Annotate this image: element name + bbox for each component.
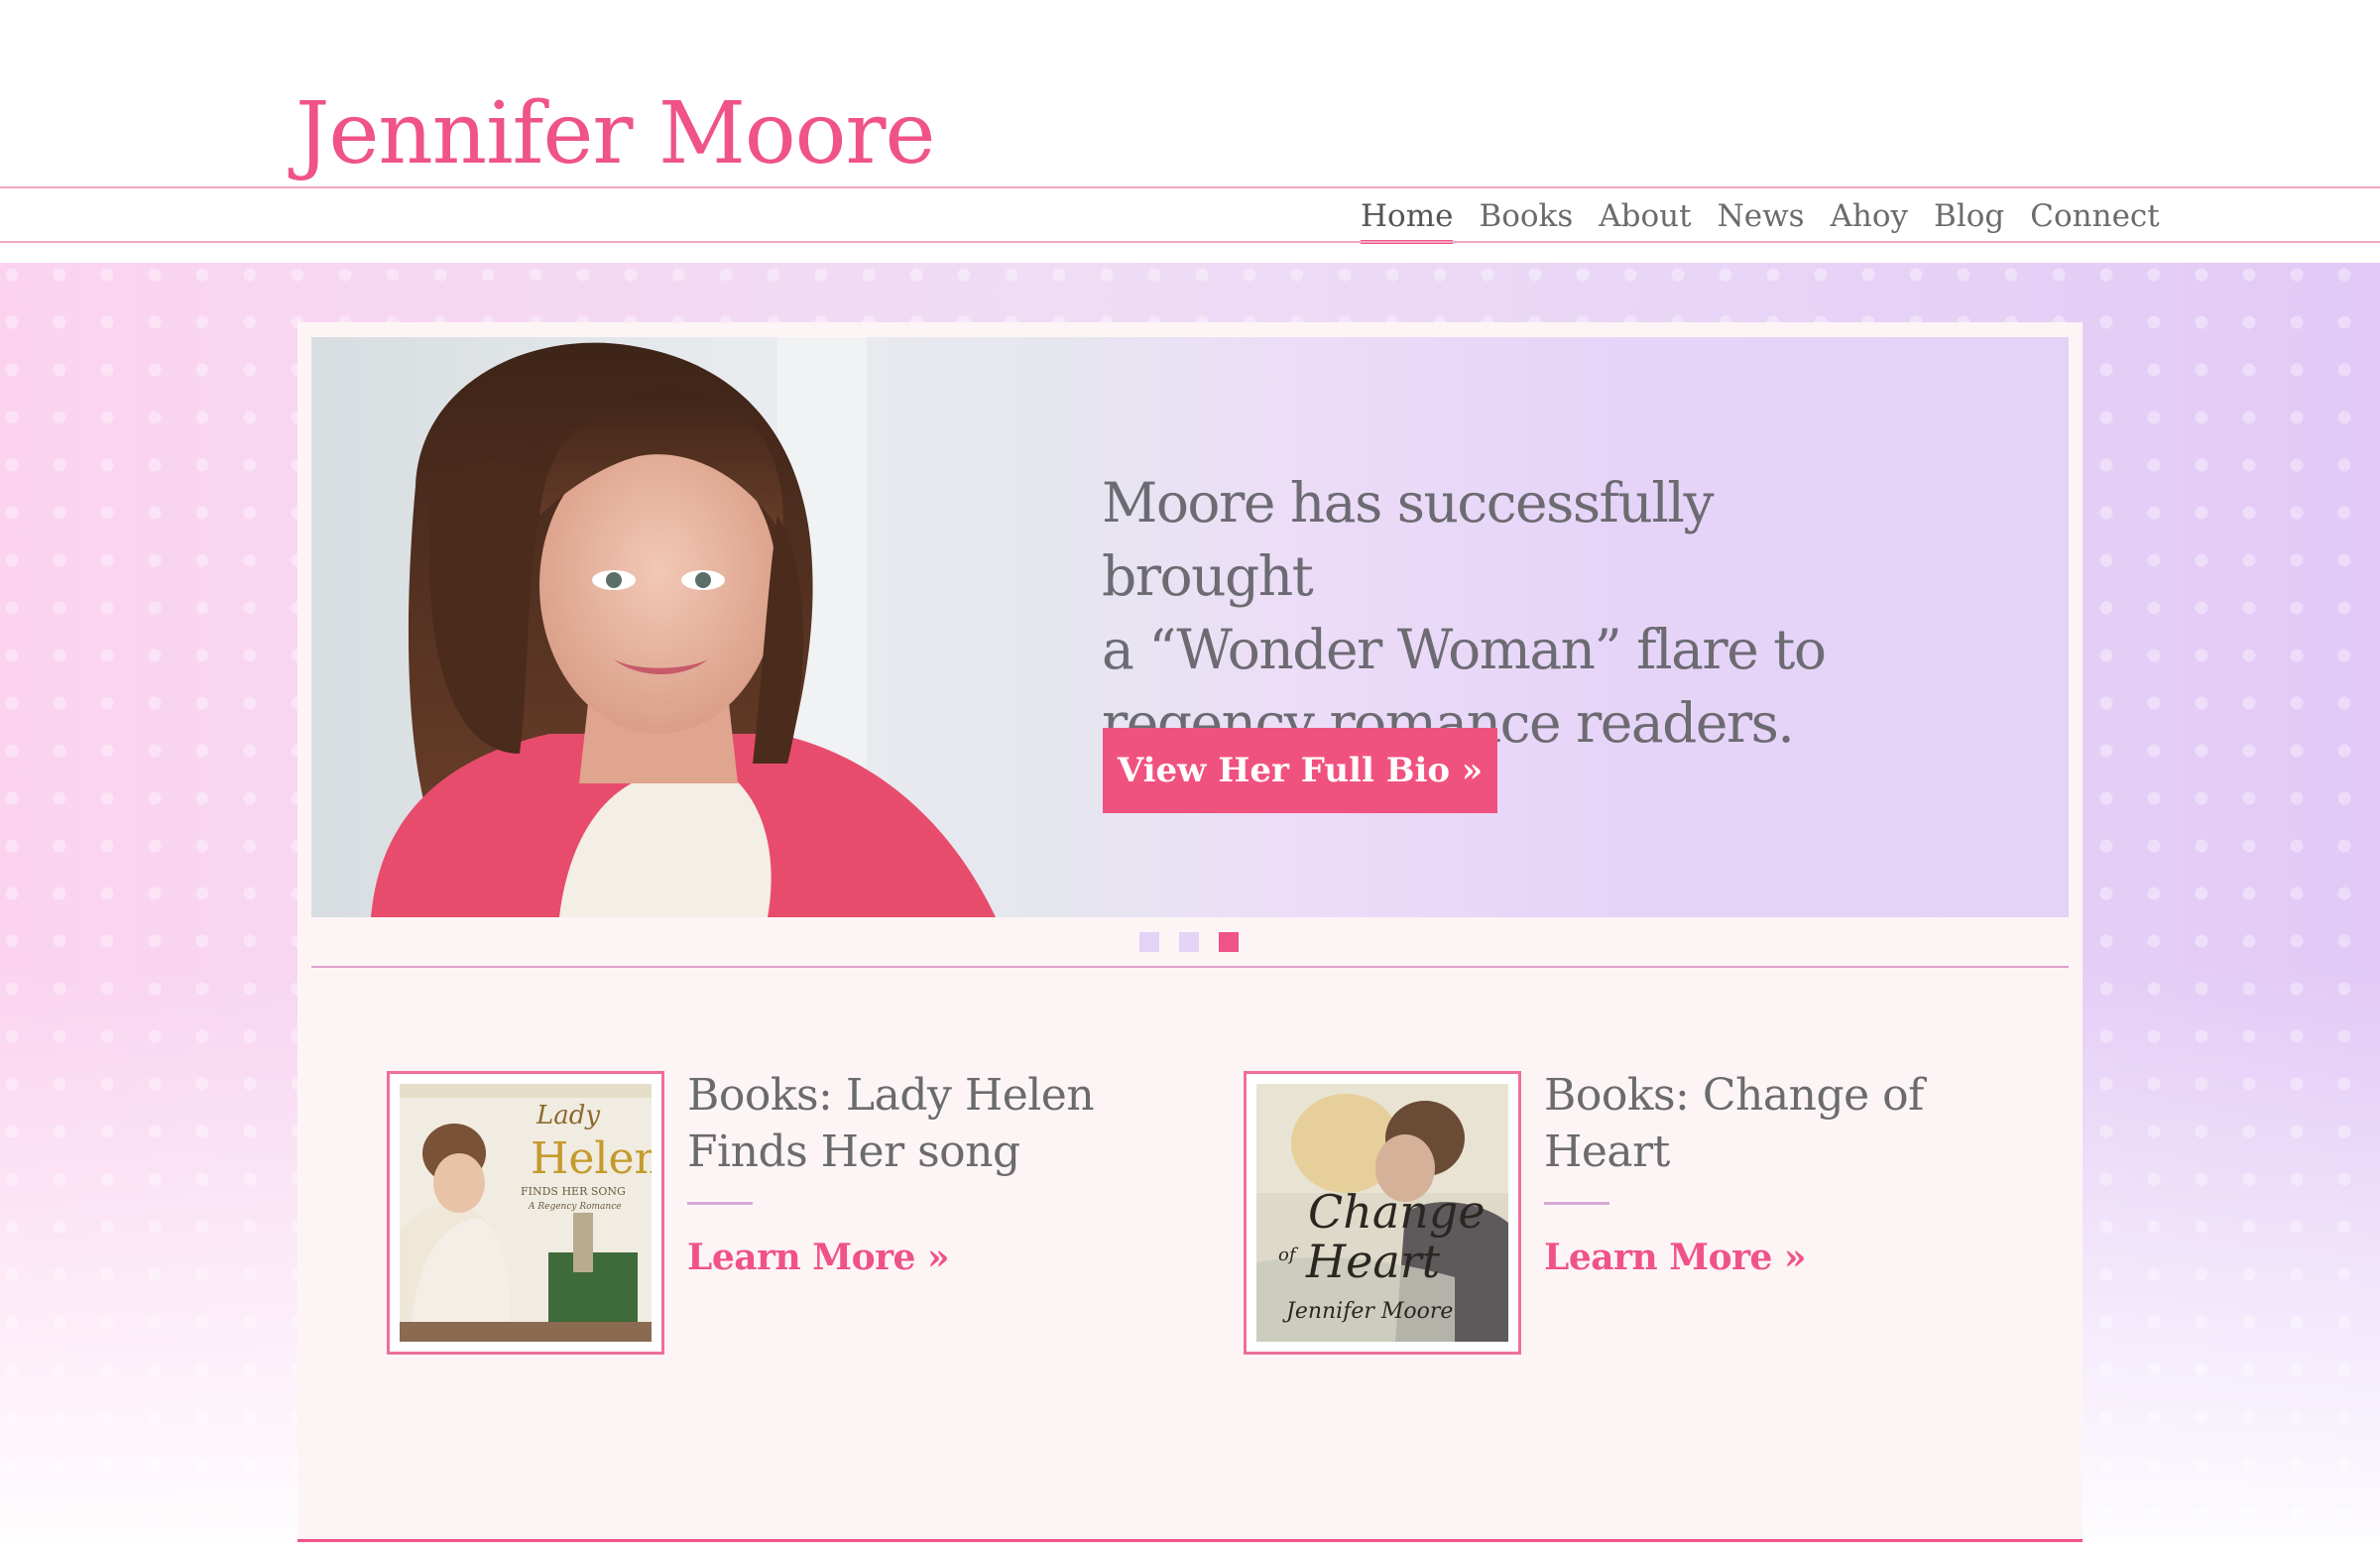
cover-text: Heart — [1305, 1235, 1441, 1288]
site-title[interactable]: Jennifer Moore — [296, 91, 935, 177]
nav-item-connect[interactable]: Connect — [2030, 190, 2159, 242]
cover-text: Lady — [536, 1101, 600, 1130]
book-cover-link[interactable]: Lady Helen FINDS HER SONG A Regency Roma… — [387, 1071, 664, 1355]
cover-text: Helen — [531, 1133, 652, 1184]
cover-text: Change — [1308, 1185, 1486, 1239]
hero-quote-line: a “Wonder Woman” flare to — [1102, 618, 1827, 681]
learn-more-link[interactable]: Learn More » — [687, 1237, 949, 1278]
book-title[interactable]: Books: Change of Heart — [1544, 1067, 1980, 1180]
book-cover-change-of-heart-image: Change of Heart Jennifer Moore — [1256, 1084, 1508, 1342]
hero-quote: Moore has successfully brought a “Wonder… — [1102, 466, 1895, 760]
view-bio-button[interactable]: View Her Full Bio » — [1103, 728, 1497, 813]
nav-item-ahoy[interactable]: Ahoy — [1831, 190, 1909, 242]
book-cover-lady-helen-image: Lady Helen FINDS HER SONG A Regency Roma… — [400, 1084, 652, 1342]
header-rule-top — [0, 186, 2380, 188]
slider-dots — [1139, 932, 1239, 952]
title-divider — [687, 1202, 753, 1205]
slider-dot-3[interactable] — [1219, 932, 1239, 952]
book-card-change-of-heart: Change of Heart Jennifer Moore Books: Ch… — [1244, 1070, 1997, 1355]
slider-dot-1[interactable] — [1139, 932, 1159, 952]
slider-dot-2[interactable] — [1179, 932, 1199, 952]
cover-text: FINDS HER SONG — [521, 1185, 626, 1198]
header-rule-bottom — [0, 241, 2380, 243]
book-card-lady-helen: Lady Helen FINDS HER SONG A Regency Roma… — [387, 1070, 1140, 1355]
hero-divider — [311, 966, 2069, 968]
hero-slider: Moore has successfully brought a “Wonder… — [311, 337, 2069, 917]
nav-item-news[interactable]: News — [1718, 190, 1805, 242]
title-divider — [1544, 1202, 1609, 1205]
cover-text: A Regency Romance — [528, 1202, 622, 1212]
cover-text: Jennifer Moore — [1282, 1299, 1453, 1324]
nav-item-about[interactable]: About — [1599, 190, 1691, 242]
nav-item-books[interactable]: Books — [1479, 190, 1573, 242]
learn-more-link[interactable]: Learn More » — [1544, 1237, 1806, 1278]
nav-item-blog[interactable]: Blog — [1934, 190, 2004, 242]
hero-quote-line: Moore has successfully brought — [1102, 471, 1715, 608]
nav-item-home[interactable]: Home — [1361, 190, 1454, 244]
main-nav: Home Books About News Ahoy Blog Connect — [1361, 190, 2160, 244]
book-title[interactable]: Books: Lady Helen Finds Her song — [687, 1067, 1124, 1180]
book-cover-link[interactable]: Change of Heart Jennifer Moore — [1244, 1071, 1521, 1355]
panel-bottom-rule — [298, 1539, 2082, 1542]
